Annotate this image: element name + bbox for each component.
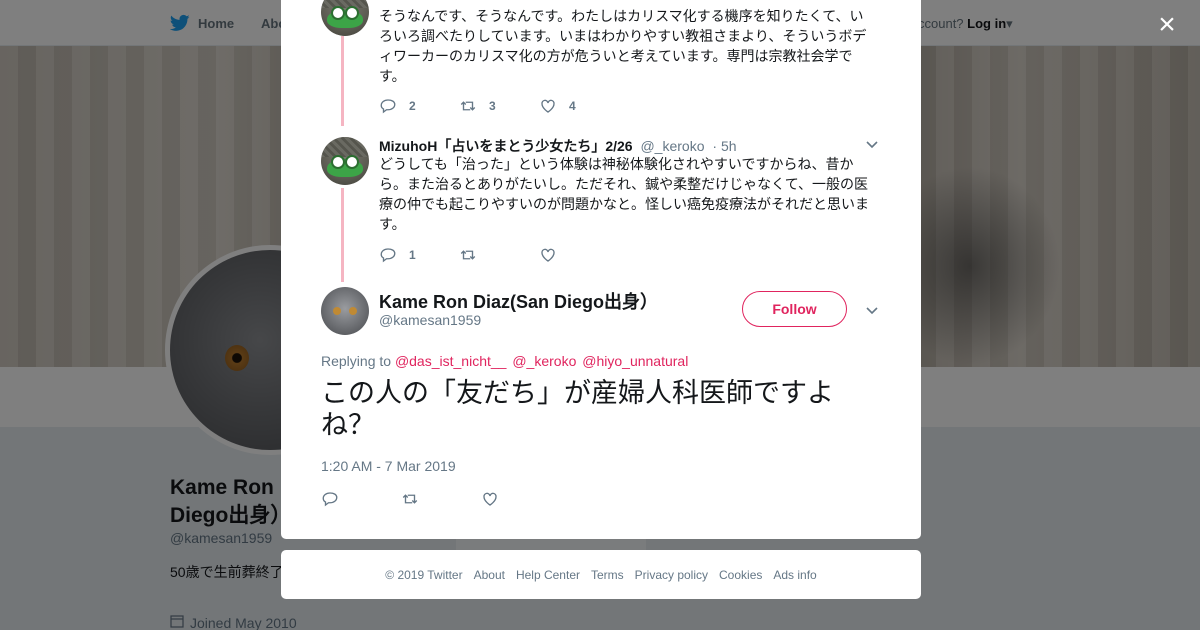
- replying-to-label: Replying to: [321, 353, 392, 369]
- reply-count: 2: [409, 99, 416, 113]
- cat-eye-right: [349, 307, 357, 315]
- main-author-handle[interactable]: @kamesan1959: [379, 312, 481, 328]
- frog-avatar[interactable]: [321, 137, 369, 185]
- cat-eye-left: [333, 307, 341, 315]
- main-tweet-actions: [321, 490, 561, 508]
- reply-icon: [380, 99, 396, 114]
- avatar-hat: [321, 137, 369, 157]
- tweet-actions: 1: [379, 246, 619, 264]
- reply-button[interactable]: [321, 490, 401, 508]
- mention-link[interactable]: @_keroko: [512, 353, 576, 369]
- frog-avatar[interactable]: [321, 0, 369, 36]
- footer-link-about[interactable]: About: [474, 568, 505, 582]
- reply-icon: [322, 492, 338, 507]
- modal-footer: © 2019 Twitter About Help Center Terms P…: [281, 550, 921, 599]
- reply-button[interactable]: 1: [379, 246, 459, 264]
- reply-count: 1: [409, 248, 416, 262]
- tweet-time[interactable]: · 5h: [712, 138, 736, 154]
- footer-link-terms[interactable]: Terms: [591, 568, 624, 582]
- footer-copyright: © 2019 Twitter: [385, 567, 463, 582]
- author-handle[interactable]: @_keroko: [640, 138, 704, 154]
- cat-avatar[interactable]: [321, 287, 369, 335]
- main-tweet-text: この人の「友だち」が産婦人科医師ですよね？: [321, 378, 834, 441]
- retweet-icon: [460, 101, 476, 111]
- retweet-button[interactable]: [459, 246, 539, 264]
- avatar-hat: [321, 0, 369, 8]
- frog-figure: [327, 155, 363, 177]
- replying-to: Replying to @das_ist_nicht__ @_keroko @h…: [321, 353, 690, 369]
- retweet-button[interactable]: [401, 490, 481, 508]
- main-author-name[interactable]: Kame Ron Diaz(San Diego出身）: [379, 288, 658, 314]
- like-button[interactable]: [481, 490, 561, 508]
- heart-icon: [541, 99, 555, 113]
- footer-link-cookies[interactable]: Cookies: [719, 568, 762, 582]
- tweet-header: MizuhoH「占いをまとう少女たち」2/26 @_keroko · 5h: [379, 136, 737, 156]
- like-count: 4: [569, 99, 576, 113]
- retweet-icon: [402, 494, 418, 504]
- thread-line: [341, 188, 344, 282]
- tweet-timestamp[interactable]: 1:20 AM - 7 Mar 2019: [321, 458, 456, 474]
- chevron-down-icon[interactable]: [865, 137, 879, 151]
- heart-icon: [483, 492, 497, 506]
- heart-icon: [541, 248, 555, 262]
- retweet-button[interactable]: 3: [459, 97, 539, 115]
- thread-tweet-text: そうなんです、そうなんです。わたしはカリスマ化する機序を知りたくて、いろいろ調べ…: [379, 8, 867, 84]
- reply-icon: [380, 248, 396, 263]
- frog-figure: [327, 6, 363, 28]
- mention-link[interactable]: @das_ist_nicht__: [395, 353, 507, 369]
- footer-link-privacy[interactable]: Privacy policy: [635, 568, 708, 582]
- author-name[interactable]: MizuhoH「占いをまとう少女たち」2/26: [379, 138, 633, 154]
- like-button[interactable]: 4: [539, 97, 619, 115]
- tweet-modal: そうなんです、そうなんです。わたしはカリスマ化する機序を知りたくて、いろいろ調べ…: [281, 0, 921, 539]
- retweet-count: 3: [489, 99, 496, 113]
- mention-link[interactable]: @hiyo_unnatural: [582, 353, 688, 369]
- thread-line: [341, 36, 344, 126]
- tweet-actions: 2 3 4: [379, 97, 619, 115]
- thread-tweet-text: どうしても「治った」という体験は神秘体験化されやすいですからね、昔から。また治る…: [379, 156, 869, 232]
- footer-link-help-center[interactable]: Help Center: [516, 568, 580, 582]
- retweet-icon: [460, 250, 476, 260]
- like-button[interactable]: [539, 246, 619, 264]
- chevron-down-icon[interactable]: [865, 303, 879, 317]
- reply-button[interactable]: 2: [379, 97, 459, 115]
- footer-link-ads-info[interactable]: Ads info: [773, 568, 816, 582]
- follow-button[interactable]: Follow: [742, 291, 847, 327]
- close-icon[interactable]: ×: [1154, 10, 1180, 40]
